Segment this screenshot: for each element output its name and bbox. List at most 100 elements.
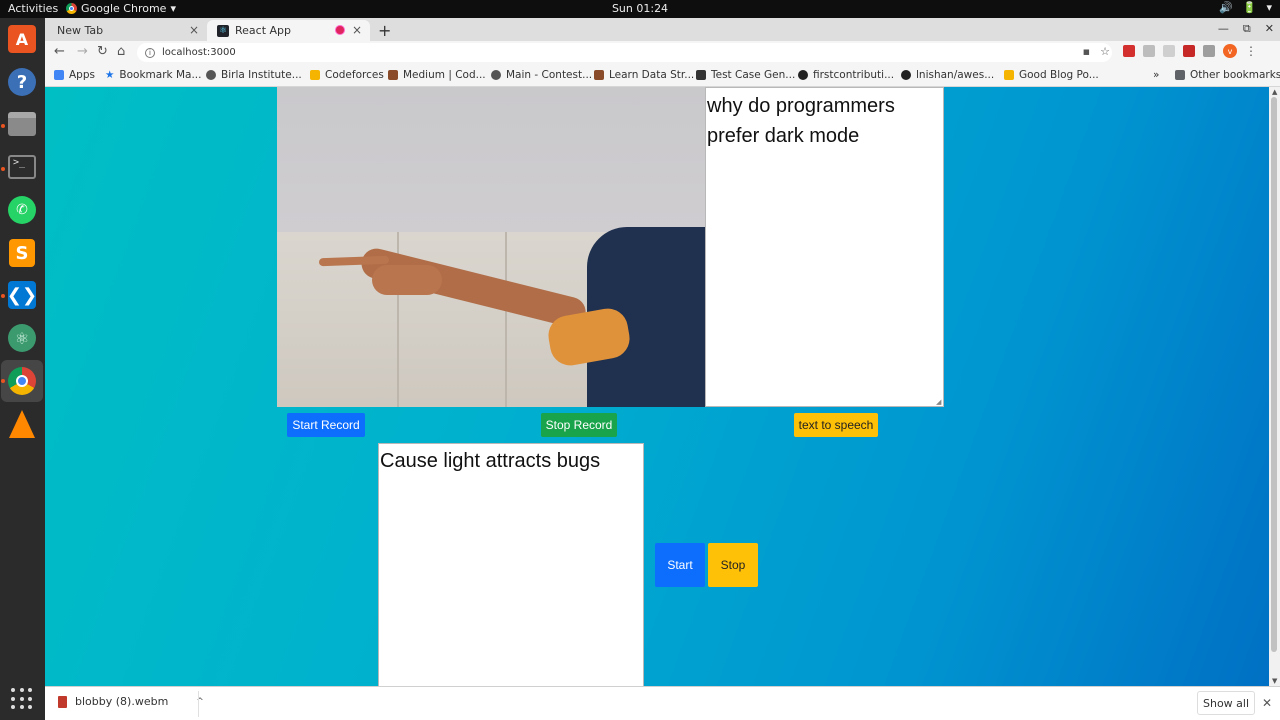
minimize-icon[interactable]: — (1218, 22, 1229, 36)
forward-icon[interactable]: → (77, 44, 88, 59)
chrome-icon (66, 3, 77, 14)
bookmark-icon (594, 70, 604, 80)
question-textarea[interactable]: why do programmers prefer dark mode (705, 87, 944, 407)
bookmark-item[interactable]: Good Blog Po... (1004, 69, 1099, 81)
star-icon[interactable]: ☆ (1100, 45, 1110, 58)
dock-atom[interactable]: ⚛ (5, 321, 39, 355)
show-applications-button[interactable] (5, 682, 39, 716)
github-icon (901, 70, 911, 80)
bookmark-item[interactable]: Learn Data Str... (594, 69, 694, 81)
maximize-icon[interactable]: ⧉ (1243, 22, 1251, 36)
dock-sublime-text[interactable]: S (5, 236, 39, 270)
scroll-down-icon[interactable]: ▼ (1272, 677, 1277, 685)
bookmark-item[interactable]: lnishan/awes... (901, 69, 994, 81)
dock-terminal[interactable]: >_ (5, 150, 39, 184)
dock-google-chrome[interactable] (1, 360, 43, 402)
dock-vscode[interactable]: ❮❯ (5, 278, 39, 312)
text-to-speech-button[interactable]: text to speech (794, 413, 878, 437)
window-controls: — ⧉ ✕ (1218, 22, 1274, 36)
extension-icon[interactable] (1203, 45, 1215, 57)
megaphone-icon[interactable] (1183, 45, 1195, 57)
dock-whatsapp[interactable]: ✆ (5, 193, 39, 227)
ubuntu-software-icon: A (8, 25, 36, 53)
running-indicator (1, 294, 5, 298)
other-bookmarks[interactable]: Other bookmarks (1175, 69, 1280, 81)
scroll-up-icon[interactable]: ▲ (1272, 88, 1277, 96)
running-indicator (1, 379, 5, 383)
download-item[interactable]: blobby (8).webm ^ (58, 695, 204, 708)
info-icon[interactable]: i (145, 47, 155, 58)
start-record-button[interactable]: Start Record (287, 413, 365, 437)
chevron-down-icon: ▾ (170, 2, 176, 15)
dock-vlc[interactable] (5, 407, 39, 441)
dock-ubuntu-software[interactable]: A (5, 22, 39, 56)
recording-icon (336, 26, 344, 34)
close-icon[interactable]: × (352, 23, 362, 37)
stop-record-button[interactable]: Stop Record (541, 413, 617, 437)
page-content: why do programmers prefer dark mode ◢ St… (45, 87, 1269, 686)
page-scrollbar[interactable]: ▲ ▼ (1269, 87, 1280, 686)
bookmark-item[interactable]: Codeforces (310, 69, 384, 81)
bookmark-label: Bookmark Ma... (119, 69, 202, 81)
chrome-icon (8, 367, 36, 395)
battery-icon: 🔋 (1242, 1, 1257, 14)
bookmark-label: Codeforces (325, 69, 384, 81)
back-icon[interactable]: ← (54, 44, 65, 59)
bookmark-label: Main - Contest... (506, 69, 593, 81)
bookmark-apps[interactable]: Apps (54, 69, 95, 81)
bookmark-item[interactable]: ★ Bookmark Ma... (105, 69, 201, 81)
bookmark-item[interactable]: Birla Institute... (206, 69, 302, 81)
answer-textarea[interactable]: Cause light attracts bugs (378, 443, 644, 686)
profile-avatar[interactable]: v (1223, 44, 1237, 58)
bookmark-item[interactable]: firstcontributi... (798, 69, 894, 81)
bookmark-label: Birla Institute... (221, 69, 302, 81)
webcam-video (277, 87, 705, 407)
bookmark-label: Medium | Cod... (403, 69, 486, 81)
sublime-text-icon: S (9, 239, 35, 267)
bookmark-icon (1004, 70, 1014, 80)
system-tray[interactable]: 🔊 🔋 ▾ (1219, 1, 1272, 14)
url-text: localhost:3000 (162, 47, 236, 58)
bookmark-item[interactable]: Main - Contest... (491, 69, 592, 81)
codeforces-icon (310, 70, 320, 80)
bookmark-label: Good Blog Po... (1019, 69, 1099, 81)
globe-icon (206, 70, 216, 80)
tab-react-app[interactable]: ⚛ React App × (207, 20, 370, 41)
camera-icon[interactable]: ▪ (1083, 45, 1090, 58)
dock-help[interactable]: ? (5, 65, 39, 99)
file-icon (58, 695, 67, 708)
app-menu[interactable]: Google Chrome ▾ (66, 2, 176, 15)
show-all-button[interactable]: Show all (1197, 691, 1255, 715)
extension-icon[interactable] (1123, 45, 1135, 57)
activities-button[interactable]: Activities (8, 2, 58, 15)
bookmark-item[interactable]: Medium | Cod... (388, 69, 486, 81)
address-bar[interactable]: i localhost:3000 ▪ ☆ (137, 43, 1112, 62)
home-icon[interactable]: ⌂ (117, 44, 125, 59)
resize-handle-icon[interactable]: ◢ (936, 398, 944, 406)
bookmark-item[interactable]: Test Case Gen... (696, 69, 795, 81)
bookmark-label: Other bookmarks (1190, 69, 1280, 81)
video-hand (372, 265, 442, 295)
bookmark-label: Learn Data Str... (609, 69, 695, 81)
close-icon[interactable]: ✕ (1262, 696, 1272, 710)
browser-window: New Tab × ⚛ React App × + — ⧉ ✕ ← → ↻ ⌂ … (45, 18, 1280, 720)
tab-new-tab[interactable]: New Tab × (45, 20, 207, 41)
downloads-bar: blobby (8).webm ^ Show all ✕ (45, 686, 1280, 720)
scrollbar-thumb[interactable] (1271, 97, 1277, 652)
bookmark-icon (696, 70, 706, 80)
clock[interactable]: Sun 01:24 (0, 2, 1280, 15)
close-icon[interactable]: × (189, 23, 199, 37)
help-icon: ? (8, 68, 36, 96)
reload-icon[interactable]: ↻ (97, 44, 108, 59)
omnibox-actions: ▪ ☆ (1083, 45, 1110, 58)
extension-icon[interactable] (1163, 45, 1175, 57)
dock-files[interactable] (5, 107, 39, 141)
vscode-icon: ❮❯ (7, 281, 37, 309)
new-tab-button[interactable]: + (378, 21, 391, 40)
stop-button[interactable]: Stop (708, 543, 758, 587)
close-icon[interactable]: ✕ (1265, 22, 1274, 36)
menu-icon[interactable]: ⋮ (1245, 44, 1257, 58)
start-button[interactable]: Start (655, 543, 705, 587)
extension-icon[interactable] (1143, 45, 1155, 57)
bookmarks-overflow-button[interactable]: » (1153, 69, 1159, 81)
